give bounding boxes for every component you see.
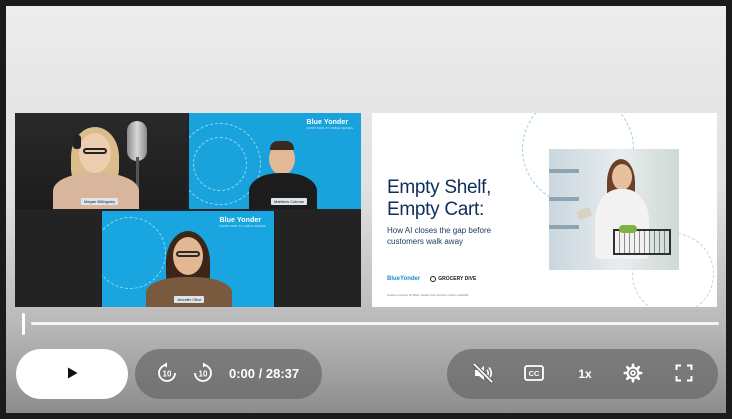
svg-text:10: 10 (163, 369, 172, 378)
glasses (176, 251, 200, 257)
svg-text:10: 10 (199, 369, 208, 378)
dot-ring-decoration (193, 137, 247, 191)
produce (619, 225, 637, 233)
player-options: CC 1x (447, 349, 718, 399)
video-player[interactable]: Megan Billingsley Blue Yonder FROM TAPE … (6, 6, 726, 413)
participant-tile-2: Blue Yonder FROM TAPE TO TABLE SERIES Ma… (189, 113, 361, 209)
microphone-illustration (127, 121, 147, 161)
headphones (73, 135, 81, 149)
shelf (549, 197, 579, 201)
shelf (549, 169, 579, 173)
shelf (549, 225, 579, 229)
slide-title: Empty Shelf, Empty Cart: (387, 177, 492, 220)
gear-icon (623, 363, 643, 386)
participant-2-hair (270, 141, 294, 150)
participant-name-2: Matthew Colman (271, 198, 308, 205)
forward-10-button[interactable]: 10 (183, 349, 223, 399)
volume-muted-icon (472, 362, 494, 387)
participant-name-3: Jennifer Olive (174, 296, 205, 303)
grocery-dive-mark-icon (430, 276, 437, 282)
shopper-face (612, 164, 632, 190)
glasses (83, 148, 107, 154)
playback-speed-label: 1x (578, 367, 592, 381)
play-button[interactable] (16, 349, 128, 399)
participant-name-1: Megan Billingsley (81, 198, 119, 205)
blue-yonder-logo: BlueYonder (387, 276, 421, 282)
presentation-slide: Empty Shelf, Empty Cart: How AI closes t… (372, 113, 717, 307)
mute-button[interactable] (463, 349, 503, 399)
svg-text:CC: CC (529, 369, 540, 378)
participant-tile-3: Blue Yonder FROM TAPE TO TABLE SERIES Je… (102, 211, 274, 307)
closed-captions-icon: CC (524, 364, 544, 384)
shopper-photo (549, 149, 679, 270)
slide-footnote: Custom content for Blue Yonder from Groc… (387, 293, 469, 297)
play-icon (65, 366, 79, 383)
slide-subtitle: How AI closes the gap before customers w… (387, 226, 492, 246)
slide-logos: BlueYonder GROCERY DIVE (387, 276, 476, 282)
fullscreen-button[interactable] (664, 349, 704, 399)
playback-controls: 10 10 0:00 / 28:37 (135, 349, 322, 399)
progress-handle[interactable] (22, 313, 25, 335)
grocery-dive-logo: GROCERY DIVE (430, 276, 476, 282)
settings-button[interactable] (613, 349, 653, 399)
brand-badge: Blue Yonder FROM TAPE TO TABLE SERIES (219, 217, 266, 228)
video-call-grid: Megan Billingsley Blue Yonder FROM TAPE … (15, 113, 361, 307)
time-display: 0:00 / 28:37 (229, 366, 300, 381)
dot-ring-decoration (102, 217, 166, 289)
brand-badge: Blue Yonder FROM TAPE TO TABLE SERIES (306, 119, 353, 130)
rewind-10-icon: 10 (156, 362, 178, 387)
captions-button[interactable]: CC (514, 349, 554, 399)
playback-speed-button[interactable]: 1x (565, 349, 605, 399)
forward-10-icon: 10 (192, 362, 214, 387)
progress-bar[interactable] (31, 322, 719, 325)
fullscreen-icon (675, 364, 693, 385)
rewind-10-button[interactable]: 10 (147, 349, 187, 399)
phone (575, 206, 593, 221)
participant-tile-1: Megan Billingsley (15, 113, 187, 209)
